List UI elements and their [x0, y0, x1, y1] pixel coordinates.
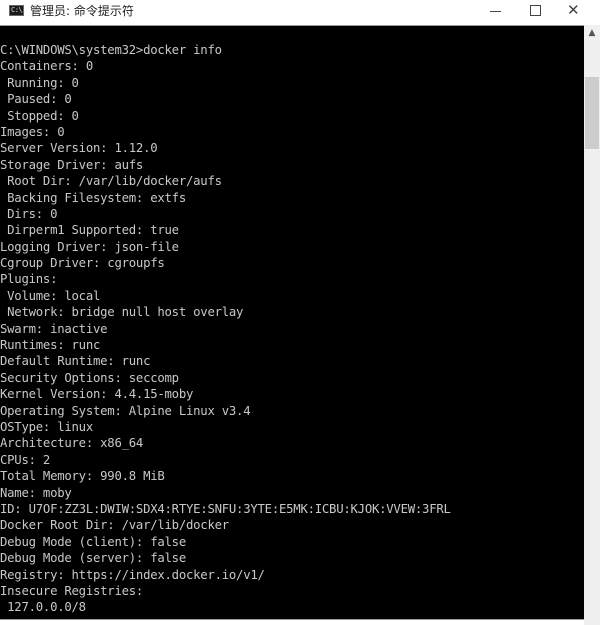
output-line: Cgroup Driver: cgroupfs: [0, 256, 165, 271]
output-line: Backing Filesystem: extfs: [0, 190, 186, 205]
output-line: CPUs: 2: [0, 452, 51, 467]
command-prompt-line: C:\WINDOWS\system32>docker info: [0, 43, 222, 57]
output-line: Volume: local: [0, 288, 101, 303]
maximize-button[interactable]: [515, 0, 555, 22]
output-line: Network: bridge null host overlay: [0, 305, 244, 320]
output-line: Security Options: seccomp: [0, 370, 179, 385]
output-line: Default Runtime: runc: [0, 354, 151, 369]
output-line: 127.0.0.0/8: [0, 600, 86, 615]
output-line: Kernel Version: 4.4.15-moby: [0, 387, 194, 402]
output-line: Runtimes: runc: [0, 338, 101, 353]
output-line: Architecture: x86_64: [0, 436, 144, 451]
console-output[interactable]: C:\WINDOWS\system32>docker info Container…: [0, 25, 584, 620]
output-line: Insecure Registries:: [0, 583, 144, 598]
cmd-icon: C:\.: [9, 5, 26, 16]
output-line: Swarm: inactive: [0, 321, 108, 336]
output-line: Total Memory: 990.8 MiB: [0, 469, 165, 484]
vertical-scrollbar[interactable]: ▲: [584, 25, 600, 625]
close-button[interactable]: ✕: [555, 0, 595, 22]
output-line: Plugins:: [0, 272, 58, 287]
output-line: Images: 0: [0, 124, 65, 139]
maximize-icon: [530, 5, 541, 16]
output-line: Running: 0: [0, 75, 79, 90]
minimize-icon: [490, 11, 501, 12]
title-bar: C:\. 管理员: 命令提示符 ✕: [0, 0, 600, 25]
output-line: Debug Mode (server): false: [0, 551, 186, 566]
cmd-icon-text: C:\.: [11, 6, 26, 14]
output-line: Stopped: 0: [0, 108, 79, 123]
output-line: Operating System: Alpine Linux v3.4: [0, 403, 251, 418]
minimize-button[interactable]: [475, 0, 515, 22]
scroll-up-button[interactable]: ▲: [584, 25, 600, 42]
output-line: Debug Mode (client): false: [0, 534, 186, 549]
output-line: Dirperm1 Supported: true: [0, 223, 179, 238]
close-icon: ✕: [567, 1, 580, 19]
scroll-thumb[interactable]: [585, 77, 599, 149]
output-line: Registry: https://index.docker.io/v1/: [0, 567, 265, 582]
chevron-up-icon: ▲: [588, 28, 596, 38]
output-line: Name: moby: [0, 485, 72, 500]
output-line: OSType: linux: [0, 419, 93, 434]
output-line: Root Dir: /var/lib/docker/aufs: [0, 174, 222, 189]
console-lines: C:\WINDOWS\system32>docker info Container…: [0, 42, 451, 616]
output-line: ID: U7OF:ZZ3L:DWIW:SDX4:RTYE:SNFU:3YTE:E…: [0, 501, 451, 516]
output-line: Containers: 0: [0, 59, 93, 74]
output-line: Dirs: 0: [0, 206, 58, 221]
output-line: Storage Driver: aufs: [0, 157, 144, 172]
output-line: Logging Driver: json-file: [0, 239, 179, 254]
window-title: 管理员: 命令提示符: [30, 4, 134, 18]
output-line: Docker Root Dir: /var/lib/docker: [0, 518, 229, 533]
output-line: Paused: 0: [0, 92, 72, 107]
output-line: Server Version: 1.12.0: [0, 141, 158, 156]
